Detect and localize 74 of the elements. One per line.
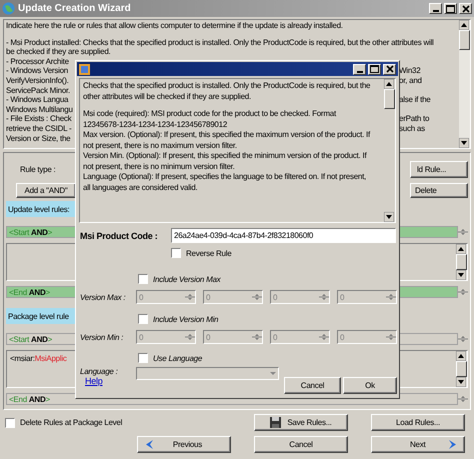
field-label: Version Min : <box>80 332 124 342</box>
help-paragraph: Checks that the specified product is installed. Only the ProductCode is required, but the other attributes will be checked if they are supplied. <box>83 81 372 102</box>
product-code-field[interactable]: 26a24ae4-039d-4ca4-87b4-2f83218060f0 <box>171 228 396 243</box>
description-text: retrieve the CSIDL - <box>6 124 72 134</box>
right-arrow-icon <box>448 439 458 450</box>
rule-item[interactable]: <msiar:MsiApplic <box>10 354 67 363</box>
description-text: erPath to <box>399 114 430 124</box>
help-paragraph: Msi code (required): MSI product code for the product to be checked. Format 12345678-1234-1234-1234-123456789012 Max version. (Optional): If present, this specified the maximum version of the product. If not present, there is no maximum version filter. Version Min. (Optional): If present, this specified the minimum version of the product. If not present, there is no minimum version filter. Language (Optional): If present, specifies the language to be filtered on. If not present, all languages are considered valid. <box>83 109 372 193</box>
scroll-up-icon[interactable] <box>459 20 469 30</box>
checkbox-label: Include Version Max <box>153 274 220 284</box>
load-rules-button[interactable]: Load Rules... <box>371 414 465 431</box>
cancel-button[interactable]: Cancel <box>254 436 348 453</box>
description-text: Version or Size, the <box>6 134 70 144</box>
add-rule-button[interactable]: ld Rule... <box>410 161 468 178</box>
minimize-button[interactable] <box>429 3 442 14</box>
field-label: Msi Product Code : <box>80 230 159 240</box>
maximize-button[interactable] <box>444 3 457 14</box>
checkbox[interactable] <box>5 418 15 428</box>
checkbox-label: Reverse Rule <box>186 248 232 258</box>
close-icon <box>386 65 394 73</box>
close-button[interactable] <box>459 3 472 14</box>
help-link[interactable]: Help <box>85 376 136 386</box>
checkbox-label: Delete Rules at Package Level <box>20 418 122 427</box>
scroll-down-icon[interactable] <box>456 377 466 387</box>
scrollbar-thumb[interactable] <box>456 254 467 270</box>
window-title: Update Creation Wizard <box>18 3 132 14</box>
description-text: Indicate here the rule or rules that allow clients computer to determine if the update is already installed. <box>6 21 343 31</box>
maximize-icon <box>370 65 379 73</box>
maximize-button[interactable] <box>368 64 381 74</box>
field-label: Version Max : <box>80 292 126 302</box>
minimize-button[interactable] <box>353 64 366 74</box>
scroll-up-icon[interactable] <box>384 79 394 89</box>
field-label: Language : <box>80 367 119 376</box>
scroll-down-icon[interactable] <box>459 138 469 148</box>
checkbox[interactable] <box>171 248 181 258</box>
maximize-icon <box>446 4 455 12</box>
app-icon <box>79 64 90 74</box>
globe-icon <box>2 2 15 15</box>
description-text: be checked if they are supplied. <box>6 47 111 57</box>
description-text: - Msi Product installed: Checks that the specified product is installed. Only the ProductCode is required, but the other attributes will <box>6 38 434 48</box>
description-text: - File Exists : Check <box>6 114 72 124</box>
section-label: Update level rules: <box>6 201 76 217</box>
minimize-icon <box>356 70 362 72</box>
description-text: - Windows Langua <box>6 95 68 105</box>
checkbox-label: Include Version Min <box>153 314 218 324</box>
rule-type-label: Rule type : <box>19 164 56 176</box>
save-rules-button[interactable]: Save Rules... <box>254 414 348 431</box>
scrollbar-thumb[interactable] <box>456 361 467 377</box>
description-text: ServicePack Minor. <box>6 86 70 96</box>
spin-arrows-icon[interactable] <box>458 334 468 344</box>
add-and-button[interactable]: Add a "AND" <box>16 183 76 198</box>
close-button[interactable] <box>383 64 396 74</box>
description-text: - Windows Version <box>6 66 68 76</box>
spin-arrows-icon[interactable] <box>458 227 468 237</box>
spin-arrows-icon[interactable] <box>458 394 468 404</box>
scroll-up-icon[interactable] <box>456 351 466 361</box>
minimize-icon <box>432 10 438 12</box>
scroll-down-icon[interactable] <box>384 212 394 222</box>
ok-button[interactable]: Ok <box>343 377 397 394</box>
checkbox-label: Use Language <box>153 354 202 362</box>
delete-button[interactable]: Delete <box>410 183 468 198</box>
description-text: Windows Multilangu <box>6 104 73 114</box>
dialog-cancel-button[interactable]: Cancel <box>284 377 341 394</box>
spin-arrows-icon[interactable] <box>458 287 468 297</box>
next-button[interactable]: Next <box>371 436 465 453</box>
left-arrow-icon <box>144 439 154 450</box>
previous-button[interactable]: Previous <box>137 436 231 453</box>
description-text: VerifyVersionInfo(). <box>6 76 69 86</box>
close-icon <box>462 4 470 12</box>
scroll-down-icon[interactable] <box>456 270 466 280</box>
section-label: Package level rule <box>6 308 76 324</box>
scroll-up-icon[interactable] <box>456 244 466 254</box>
description-text: - Processor Archite <box>6 56 69 66</box>
description-text: Win32 <box>399 66 422 76</box>
